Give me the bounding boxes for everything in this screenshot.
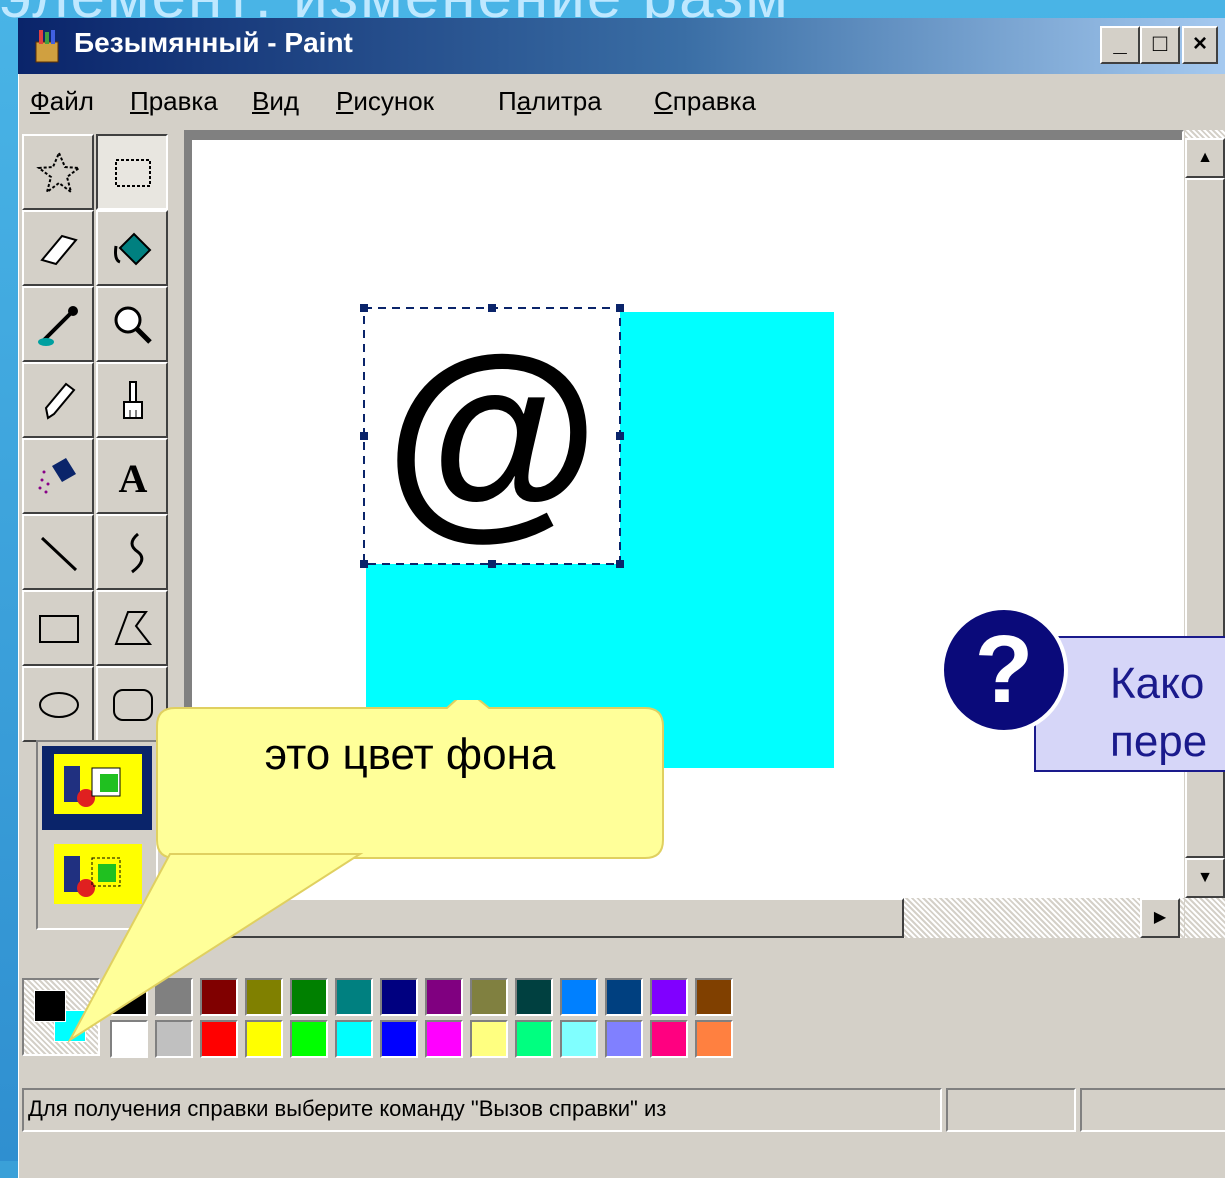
menu-view-accel: В [252,86,270,116]
menu-file-rest: айл [49,86,94,116]
tool-polygon[interactable] [96,590,168,666]
menu-help-rest: правка [672,86,756,116]
close-button[interactable]: × [1182,26,1218,64]
opaque-selection-option-icon[interactable] [52,752,144,816]
tool-free-select[interactable] [22,134,94,210]
tool-eraser[interactable] [22,210,94,286]
vertical-scrollbar[interactable]: ▲ ▼ [1185,130,1225,938]
scroll-up-button[interactable]: ▲ [1185,138,1225,178]
menu-file[interactable]: Файл [30,86,94,117]
palette-bottom-swatch[interactable] [560,1020,598,1058]
eyedropper-icon [38,306,78,346]
scroll-right-button[interactable]: ▶ [1140,898,1180,938]
palette-top-swatch[interactable] [380,978,418,1016]
palette-bottom-swatch[interactable] [515,1020,553,1058]
tool-ellipse[interactable] [22,666,94,742]
palette-top-swatch[interactable] [515,978,553,1016]
tool-curve[interactable] [96,514,168,590]
palette-bottom-swatch[interactable] [470,1020,508,1058]
menu-edit-rest: равка [148,86,218,116]
menu-help-accel: С [654,86,673,116]
maximize-button[interactable]: □ [1140,26,1180,64]
palette-top-swatch[interactable] [650,978,688,1016]
menu-file-accel: Ф [30,86,50,116]
status-coords-cell [946,1088,1076,1132]
menu-colors[interactable]: Палитра [498,86,602,117]
palette-bottom-swatch[interactable] [425,1020,463,1058]
menu-image-rest: исунок [353,86,435,116]
curve-icon [130,532,144,574]
callout-pointer [67,853,364,1043]
palette-bottom-swatch[interactable] [695,1020,733,1058]
tool-text[interactable]: A [96,438,168,514]
at-sign-glyph: @ [385,311,600,557]
menu-colors-pre: П [498,86,517,116]
minimize-button[interactable]: _ [1100,26,1140,64]
tool-rect-select[interactable] [96,134,168,210]
scroll-down-button[interactable]: ▼ [1185,858,1225,898]
menu-colors-accel: а [516,86,532,116]
menu-edit[interactable]: Правка [130,86,218,117]
text-tool-icon: A [119,456,148,500]
text-tool-glyph: A [119,456,148,500]
palette-top-swatch[interactable] [560,978,598,1016]
paint-app-icon [35,30,59,63]
window-title: Безымянный - Paint [74,27,353,58]
question-mark-icon: ? [940,606,1068,734]
airbrush-icon [38,458,76,494]
question-text-line2: пере [1110,717,1208,766]
menu-bar: Файл Правка Вид Рисунок Палитра Справка [18,78,1225,130]
menu-image-accel: Р [336,86,354,116]
question-text: Како пере [1110,655,1207,771]
fill-bucket-icon [114,232,152,266]
status-size-cell [1080,1088,1225,1132]
question-mark-glyph: ? [975,616,1034,723]
menu-edit-accel: П [130,86,149,116]
palette-bottom-swatch[interactable] [605,1020,643,1058]
tool-pick-color[interactable] [22,286,94,362]
callout-shape [156,700,664,859]
menu-colors-rest: литра [531,86,602,116]
question-text-line1: Како [1110,659,1205,708]
palette-bottom-swatch[interactable] [650,1020,688,1058]
callout-text: это цвет фона [264,730,556,779]
palette-top-swatch[interactable] [605,978,643,1016]
magnifier-icon [114,306,152,344]
palette-top-swatch[interactable] [695,978,733,1016]
palette-bottom-swatch[interactable] [380,1020,418,1058]
polygon-icon [114,611,153,645]
rounded-rectangle-icon [113,689,153,721]
ellipse-icon [39,692,79,718]
background-color-callout: это цвет фона [155,700,665,860]
palette-top-swatch[interactable] [425,978,463,1016]
tool-rectangle[interactable] [22,590,94,666]
free-select-icon [36,150,82,195]
rectangle-icon [39,615,79,643]
eraser-icon [40,234,78,266]
tool-fill[interactable] [96,210,168,286]
menu-view-rest: ид [269,86,300,116]
menu-help[interactable]: Справка [654,86,756,117]
menu-image[interactable]: Рисунок [336,86,434,117]
tool-line[interactable] [22,514,94,590]
tool-pencil[interactable] [22,362,94,438]
tool-magnifier[interactable] [96,286,168,362]
palette-top-swatch[interactable] [470,978,508,1016]
tool-brush[interactable] [96,362,168,438]
tool-airbrush[interactable] [22,438,94,514]
rect-select-icon [115,159,151,187]
title-bar[interactable]: Безымянный - Paint _ □ × [18,18,1225,74]
brush-icon [123,381,143,419]
menu-view[interactable]: Вид [252,86,299,117]
pencil-icon [44,382,76,420]
line-icon [40,536,78,572]
